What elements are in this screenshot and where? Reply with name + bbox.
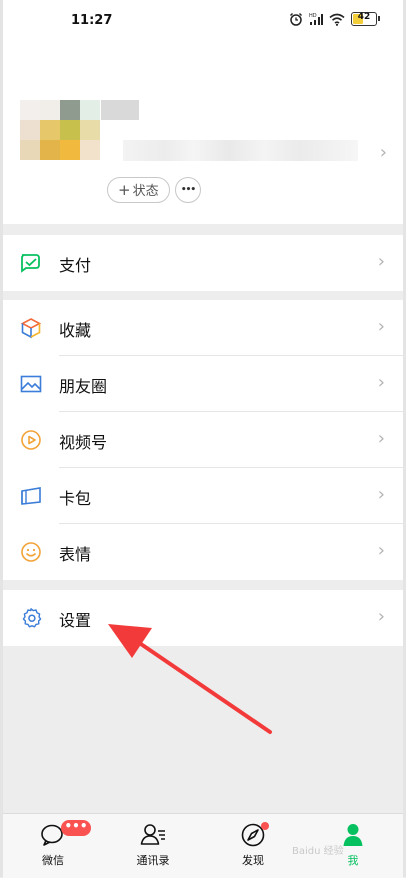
moments-picture-icon [20, 375, 42, 393]
wechat-id-blurred [123, 140, 358, 161]
menu-item-favorites[interactable]: 收藏 › [3, 300, 403, 356]
chevron-right-icon: › [377, 251, 385, 272]
unread-badge: ••• [61, 820, 91, 836]
tab-label-discover: 发现 [242, 854, 264, 867]
menu-item-channels[interactable]: 视频号 › [3, 412, 403, 468]
plus-icon: + [118, 181, 131, 199]
pay-icon [21, 254, 40, 273]
menu-group-main: 收藏 › 朋友圈 › 视频号 › 卡包 › 表情 › [3, 300, 403, 580]
chevron-right-icon: › [377, 428, 385, 449]
menu-label-pay: 支付 [59, 256, 92, 275]
card-wallet-icon [21, 487, 41, 505]
discover-dot [261, 822, 269, 830]
me-screen: 11:27 HD 42 › + 状态 ••• 支付 › 收藏 › 朋友圈 › 视… [0, 0, 406, 878]
status-label: 状态 [132, 184, 159, 199]
menu-label-channels: 视频号 [59, 433, 108, 452]
chevron-right-icon: › [377, 372, 385, 393]
me-person-icon [343, 824, 363, 846]
annotation-arrow [108, 624, 272, 734]
svg-text:HD: HD [309, 13, 317, 19]
tab-label-chats: 微信 [42, 854, 64, 867]
status-time: 11:27 [71, 13, 113, 28]
status-icons: HD 42 [289, 12, 380, 26]
tab-contacts[interactable]: 通讯录 [103, 814, 203, 878]
chevron-right-icon: › [377, 484, 385, 505]
battery-level: 42 [357, 12, 371, 22]
menu-item-pay[interactable]: 支付 › [3, 235, 403, 291]
chevron-right-icon: › [377, 316, 385, 337]
menu-label-moments: 朋友圈 [59, 377, 108, 396]
nickname-blurred [101, 100, 139, 120]
menu-item-stickers[interactable]: 表情 › [3, 524, 403, 580]
settings-gear-icon [22, 608, 42, 628]
chevron-right-icon: › [377, 606, 385, 627]
menu-label-favorites: 收藏 [59, 321, 92, 340]
more-status-button[interactable]: ••• [175, 177, 201, 203]
battery-icon: 42 [351, 12, 380, 26]
menu-item-card-wallet[interactable]: 卡包 › [3, 468, 403, 524]
menu-label-card-wallet: 卡包 [59, 489, 92, 508]
contacts-icon [140, 824, 165, 845]
tab-label-contacts: 通讯录 [136, 854, 170, 867]
signal-icon: HD [309, 13, 323, 25]
sticker-smile-icon [21, 542, 41, 562]
watermark: Baidu 经验 [292, 846, 344, 857]
favorites-cube-icon [20, 318, 42, 339]
profile-header[interactable]: › + 状态 ••• [3, 44, 403, 224]
menu-group-pay: 支付 › [3, 235, 403, 291]
menu-item-moments[interactable]: 朋友圈 › [3, 356, 403, 412]
tab-discover[interactable]: 发现 [203, 814, 303, 878]
wifi-icon [329, 13, 345, 26]
chevron-right-icon: › [379, 142, 387, 163]
alarm-icon [290, 13, 302, 26]
tab-chats[interactable]: ••• 微信 [3, 814, 103, 878]
channels-play-icon [21, 430, 41, 450]
status-bar: 11:27 HD 42 [3, 0, 403, 44]
chevron-right-icon: › [377, 540, 385, 561]
more-icon: ••• [180, 185, 196, 195]
add-status-button[interactable]: + 状态 [107, 177, 170, 203]
menu-label-stickers: 表情 [59, 545, 92, 564]
menu-label-settings: 设置 [59, 611, 92, 630]
